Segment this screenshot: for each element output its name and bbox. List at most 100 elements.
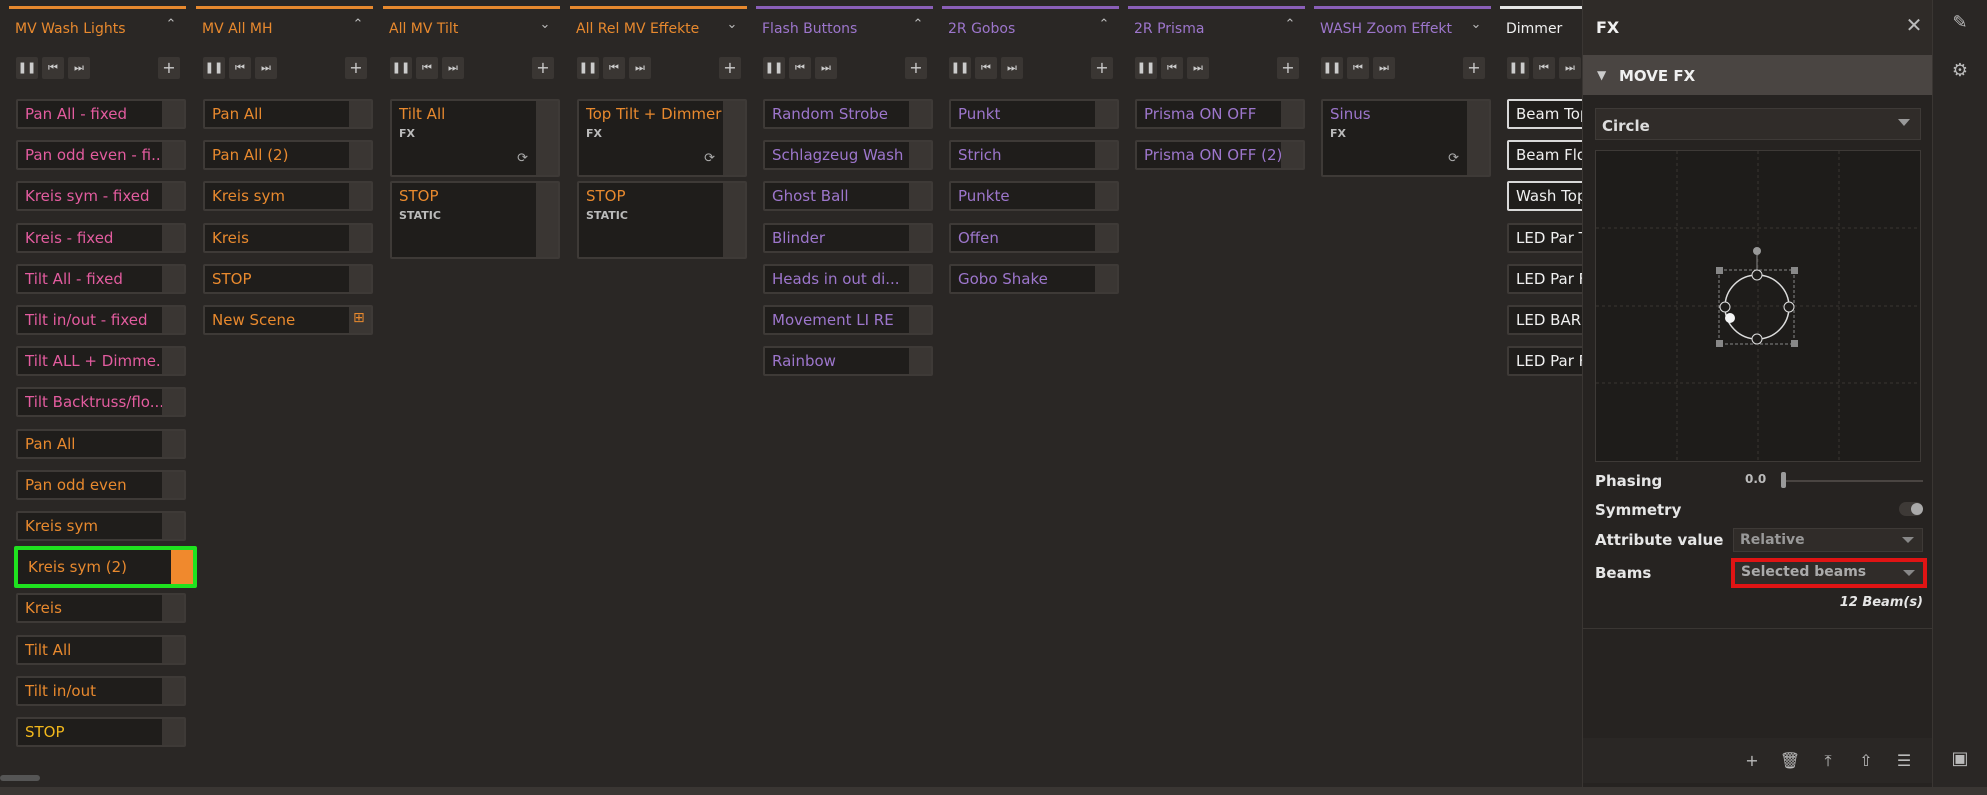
move-fx-section-header[interactable]: ▼ MOVE FX: [1583, 55, 1933, 95]
close-icon[interactable]: ✕: [1903, 14, 1925, 36]
executor-fader-tab[interactable]: [723, 101, 745, 175]
skip-forward-icon[interactable]: ⏭: [68, 57, 90, 79]
executor-fader-tab[interactable]: [1095, 142, 1117, 169]
executor-button[interactable]: Gobo Shake: [949, 263, 1119, 294]
executor-button[interactable]: LED Par To: [1507, 222, 1582, 253]
executor-button[interactable]: Tilt Backtruss/flo...: [16, 387, 186, 418]
executor-fader-tab[interactable]: [909, 224, 931, 251]
pause-icon[interactable]: ❚❚: [390, 57, 412, 79]
fx-list-icon[interactable]: ☰: [1893, 750, 1915, 772]
executor-button[interactable]: STOP: [16, 717, 186, 747]
move-to-top-icon[interactable]: ⤒: [1817, 750, 1839, 772]
chevron-up-icon[interactable]: ⌃: [910, 17, 926, 33]
upload-icon[interactable]: ⇧: [1855, 750, 1877, 772]
executor-fader-tab[interactable]: [909, 265, 931, 292]
executor-fader-tab[interactable]: [162, 513, 184, 539]
skip-back-icon[interactable]: ⏮: [789, 57, 811, 79]
executor-fader-tab[interactable]: [909, 183, 931, 210]
executor-button[interactable]: Punkte: [949, 181, 1119, 212]
column-header[interactable]: MV Wash Lights ⌃: [9, 6, 186, 38]
executor-fader-tab[interactable]: [1095, 101, 1117, 127]
fx-preview-canvas[interactable]: [1596, 151, 1920, 461]
executor-fader-tab[interactable]: [162, 389, 184, 416]
executor-fader-tab[interactable]: [909, 307, 931, 333]
skip-back-icon[interactable]: ⏮: [42, 57, 64, 79]
executor-button[interactable]: Prisma ON OFF: [1135, 99, 1305, 129]
executor-button[interactable]: Schlagzeug Wash: [763, 140, 933, 171]
rotate-handle[interactable]: [1753, 247, 1761, 255]
add-icon[interactable]: +: [905, 57, 927, 79]
path-point[interactable]: [1783, 301, 1795, 313]
executor-button[interactable]: Tilt All: [16, 634, 186, 665]
executor-button[interactable]: Beam Floo: [1507, 140, 1582, 171]
executor-fader-tab[interactable]: [162, 142, 184, 169]
executor-button[interactable]: Kreis sym - fixed: [16, 181, 186, 212]
executor-button[interactable]: Pan All: [203, 99, 373, 129]
executor-button[interactable]: Prisma ON OFF (2): [1135, 140, 1305, 171]
executor-button[interactable]: Movement LI RE: [763, 305, 933, 335]
chevron-up-icon[interactable]: ⌃: [1282, 17, 1298, 33]
executor-button[interactable]: Beam Top: [1507, 99, 1582, 129]
executor-fader-tab[interactable]: [162, 224, 184, 251]
column-header[interactable]: All MV Tilt ⌄: [383, 6, 560, 38]
executor-button[interactable]: Sinus FX ⟳: [1321, 99, 1491, 177]
pause-icon[interactable]: ❚❚: [1135, 57, 1157, 79]
pause-icon[interactable]: ❚❚: [763, 57, 785, 79]
executor-fader-tab[interactable]: [162, 471, 184, 498]
executor-fader-tab[interactable]: [1095, 224, 1117, 251]
executor-button[interactable]: STOP: [203, 263, 373, 294]
add-icon[interactable]: +: [345, 57, 367, 79]
skip-back-icon[interactable]: ⏮: [416, 57, 438, 79]
executor-fader-tab[interactable]: [162, 265, 184, 292]
executor-button[interactable]: Tilt All FX ⟳: [390, 99, 560, 177]
horizontal-scrollbar[interactable]: [0, 775, 40, 781]
column-header[interactable]: WASH Zoom Effekt ⌄: [1314, 6, 1491, 38]
path-point[interactable]: [1751, 333, 1763, 345]
executor-fader-tab[interactable]: [162, 101, 184, 127]
executor-fader-tab[interactable]: [349, 142, 371, 169]
skip-forward-icon[interactable]: ⏭: [1001, 57, 1023, 79]
gear-icon[interactable]: ⚙: [1949, 60, 1971, 82]
add-fx-icon[interactable]: +: [1741, 750, 1763, 772]
executor-button[interactable]: Heads in out di...: [763, 263, 933, 294]
pause-icon[interactable]: ❚❚: [1507, 57, 1529, 79]
executor-button[interactable]: Pan All (2): [203, 140, 373, 171]
path-point[interactable]: [1719, 301, 1731, 313]
executor-button[interactable]: Offen: [949, 222, 1119, 253]
add-icon[interactable]: +: [719, 57, 741, 79]
executor-button[interactable]: LED Par Fl: [1507, 346, 1582, 377]
executor-button[interactable]: Top Tilt + Dimmer FX ⟳: [577, 99, 747, 177]
executor-fader-tab[interactable]: [536, 183, 558, 257]
collapse-panel-icon[interactable]: ▣: [1949, 748, 1971, 770]
executor-fader-tab[interactable]: [1281, 101, 1303, 127]
executor-fader-tab[interactable]: [162, 636, 184, 663]
executor-button[interactable]: Pan All - fixed: [16, 99, 186, 129]
executor-fader-tab[interactable]: [171, 550, 193, 585]
resize-handle[interactable]: [1716, 340, 1723, 347]
executor-fader-tab[interactable]: [536, 101, 558, 175]
phasing-slider-thumb[interactable]: [1781, 472, 1786, 488]
executor-fader-tab[interactable]: [162, 719, 184, 745]
column-header[interactable]: All Rel MV Effekte ⌄: [570, 6, 747, 38]
beams-select[interactable]: Selected beams: [1731, 558, 1927, 588]
pause-icon[interactable]: ❚❚: [203, 57, 225, 79]
executor-button[interactable]: Blinder: [763, 222, 933, 253]
executor-button[interactable]: Kreis sym (2): [14, 546, 197, 589]
executor-button[interactable]: Tilt in/out: [16, 675, 186, 706]
executor-button[interactable]: LED Par Fl: [1507, 263, 1582, 294]
executor-fader-tab[interactable]: [1467, 101, 1489, 175]
executor-button[interactable]: Strich: [949, 140, 1119, 171]
chevron-down-icon[interactable]: ⌄: [1468, 17, 1484, 33]
skip-forward-icon[interactable]: ⏭: [255, 57, 277, 79]
chevron-up-icon[interactable]: ⌃: [163, 17, 179, 33]
add-icon[interactable]: +: [158, 57, 180, 79]
executor-fader-tab[interactable]: [1281, 142, 1303, 169]
executor-fader-tab[interactable]: [909, 142, 931, 169]
pause-icon[interactable]: ❚❚: [1321, 57, 1343, 79]
phasing-slider-track[interactable]: [1781, 480, 1923, 482]
executor-fader-tab[interactable]: [349, 224, 371, 251]
executor-fader-tab[interactable]: [162, 183, 184, 210]
skip-forward-icon[interactable]: ⏭: [629, 57, 651, 79]
resize-handle[interactable]: [1791, 340, 1798, 347]
trash-icon[interactable]: 🗑: [1779, 750, 1801, 772]
